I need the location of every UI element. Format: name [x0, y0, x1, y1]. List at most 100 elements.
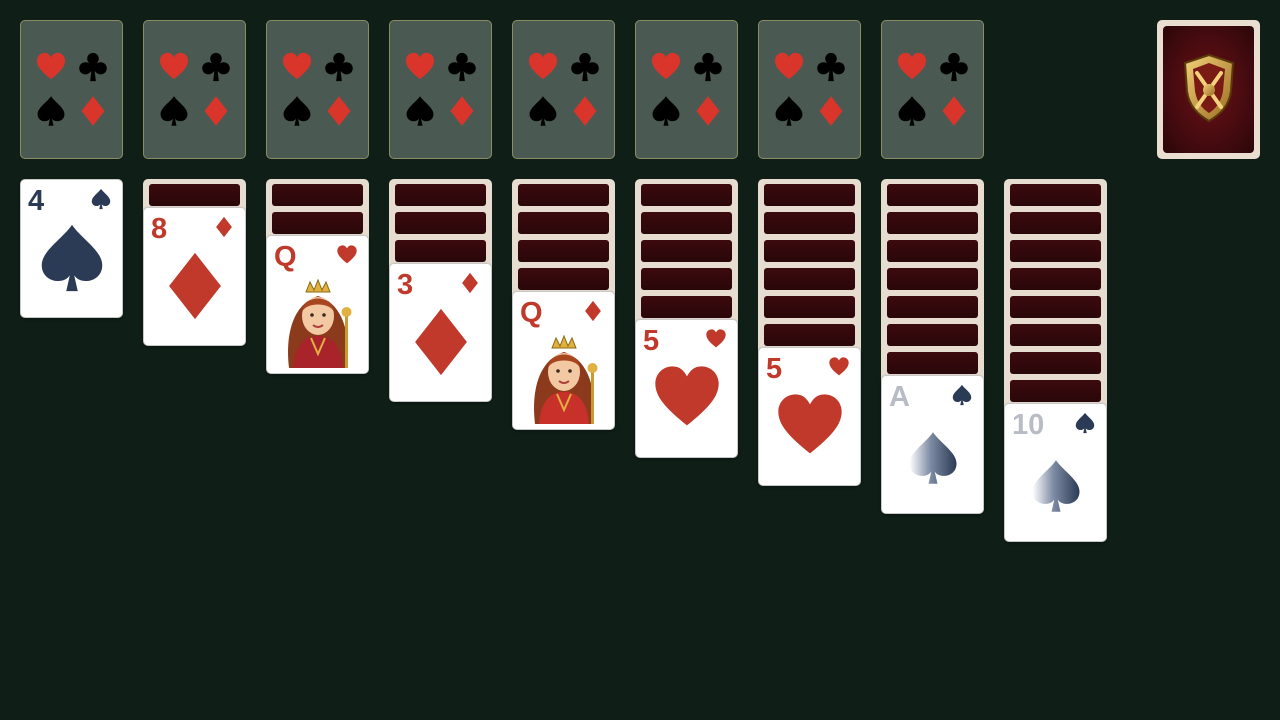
diamond-icon [565, 91, 605, 131]
card-back [1010, 184, 1101, 206]
diamond-icon [459, 272, 481, 294]
card-4-of-spades[interactable]: 4 [20, 179, 123, 318]
card-back [641, 184, 732, 206]
foundation-slot-7[interactable] [758, 20, 861, 159]
card-back [149, 184, 240, 206]
card-10-of-spades[interactable]: 10 [1004, 403, 1107, 542]
diamond-pip-icon [159, 250, 231, 322]
heart-pip-icon [651, 362, 723, 434]
card-back [641, 296, 732, 318]
spade-icon [951, 384, 973, 406]
card-Q-of-hearts[interactable]: Q [266, 235, 369, 374]
heart-icon [646, 47, 686, 87]
card-back [764, 212, 855, 234]
foundation-slot-2[interactable] [143, 20, 246, 159]
heart-icon [336, 244, 358, 266]
card-back [887, 240, 978, 262]
queen-portrait [521, 330, 607, 424]
card-back [887, 296, 978, 318]
foundation-slot-6[interactable] [635, 20, 738, 159]
spade-icon [154, 91, 194, 131]
club-icon [688, 47, 728, 87]
card-back [518, 268, 609, 290]
foundation-slot-4[interactable] [389, 20, 492, 159]
card-back [641, 240, 732, 262]
heart-icon [154, 47, 194, 87]
heart-icon [892, 47, 932, 87]
card-rank: 5 [643, 325, 660, 357]
heart-icon [400, 47, 440, 87]
diamond-icon [582, 300, 604, 322]
spade-pip-icon [905, 430, 961, 486]
card-back [1163, 26, 1254, 153]
heart-icon [523, 47, 563, 87]
card-back [1010, 212, 1101, 234]
diamond-icon [319, 91, 359, 131]
card-3-of-diamonds[interactable]: 3 [389, 263, 492, 402]
card-back [1010, 268, 1101, 290]
card-back [518, 184, 609, 206]
card-8-of-diamonds[interactable]: 8 [143, 207, 246, 346]
diamond-icon [811, 91, 851, 131]
foundation-slot-1[interactable] [20, 20, 123, 159]
card-back [887, 268, 978, 290]
card-5-of-hearts[interactable]: 5 [758, 347, 861, 486]
card-back [887, 212, 978, 234]
diamond-icon [934, 91, 974, 131]
diamond-icon [196, 91, 236, 131]
club-icon [565, 47, 605, 87]
club-icon [196, 47, 236, 87]
stock-pile[interactable] [1157, 20, 1260, 159]
diamond-pip-icon [405, 306, 477, 378]
card-rank: A [889, 381, 910, 413]
diamond-icon [442, 91, 482, 131]
card-back [1010, 296, 1101, 318]
card-A-of-spades[interactable]: A [881, 375, 984, 514]
card-back [272, 212, 363, 234]
card-rank: 5 [766, 353, 783, 385]
club-icon [73, 47, 113, 87]
foundation-slot-5[interactable] [512, 20, 615, 159]
spade-icon [769, 91, 809, 131]
card-back [518, 212, 609, 234]
card-back [1010, 380, 1101, 402]
card-back [641, 268, 732, 290]
card-Q-of-diamonds[interactable]: Q [512, 291, 615, 430]
card-back [887, 324, 978, 346]
card-5-of-hearts[interactable]: 5 [635, 319, 738, 458]
card-rank: Q [520, 297, 543, 329]
card-rank: 8 [151, 213, 168, 245]
card-rank: Q [274, 241, 297, 273]
game-table: 4 8 Q 3 Q 5 5 A 10 [0, 0, 1280, 720]
foundation-slot-8[interactable] [881, 20, 984, 159]
heart-icon [828, 356, 850, 378]
heart-icon [277, 47, 317, 87]
queen-portrait [275, 274, 361, 368]
diamond-icon [73, 91, 113, 131]
card-rank: 3 [397, 269, 414, 301]
spade-icon [400, 91, 440, 131]
card-back [1010, 240, 1101, 262]
card-back [887, 352, 978, 374]
heart-icon [769, 47, 809, 87]
card-back [395, 212, 486, 234]
diamond-icon [213, 216, 235, 238]
shield-crest-icon [1179, 51, 1239, 128]
card-back [764, 268, 855, 290]
diamond-icon [688, 91, 728, 131]
spade-pip-icon [1028, 458, 1084, 514]
card-back [518, 240, 609, 262]
card-back [395, 240, 486, 262]
card-back [764, 324, 855, 346]
card-back [395, 184, 486, 206]
foundation-slot-3[interactable] [266, 20, 369, 159]
card-back [764, 240, 855, 262]
card-back [1010, 324, 1101, 346]
card-back [764, 184, 855, 206]
card-rank: 10 [1012, 409, 1045, 441]
heart-pip-icon [774, 390, 846, 462]
card-back [272, 184, 363, 206]
club-icon [811, 47, 851, 87]
spade-icon [277, 91, 317, 131]
card-rank: 4 [28, 185, 45, 217]
